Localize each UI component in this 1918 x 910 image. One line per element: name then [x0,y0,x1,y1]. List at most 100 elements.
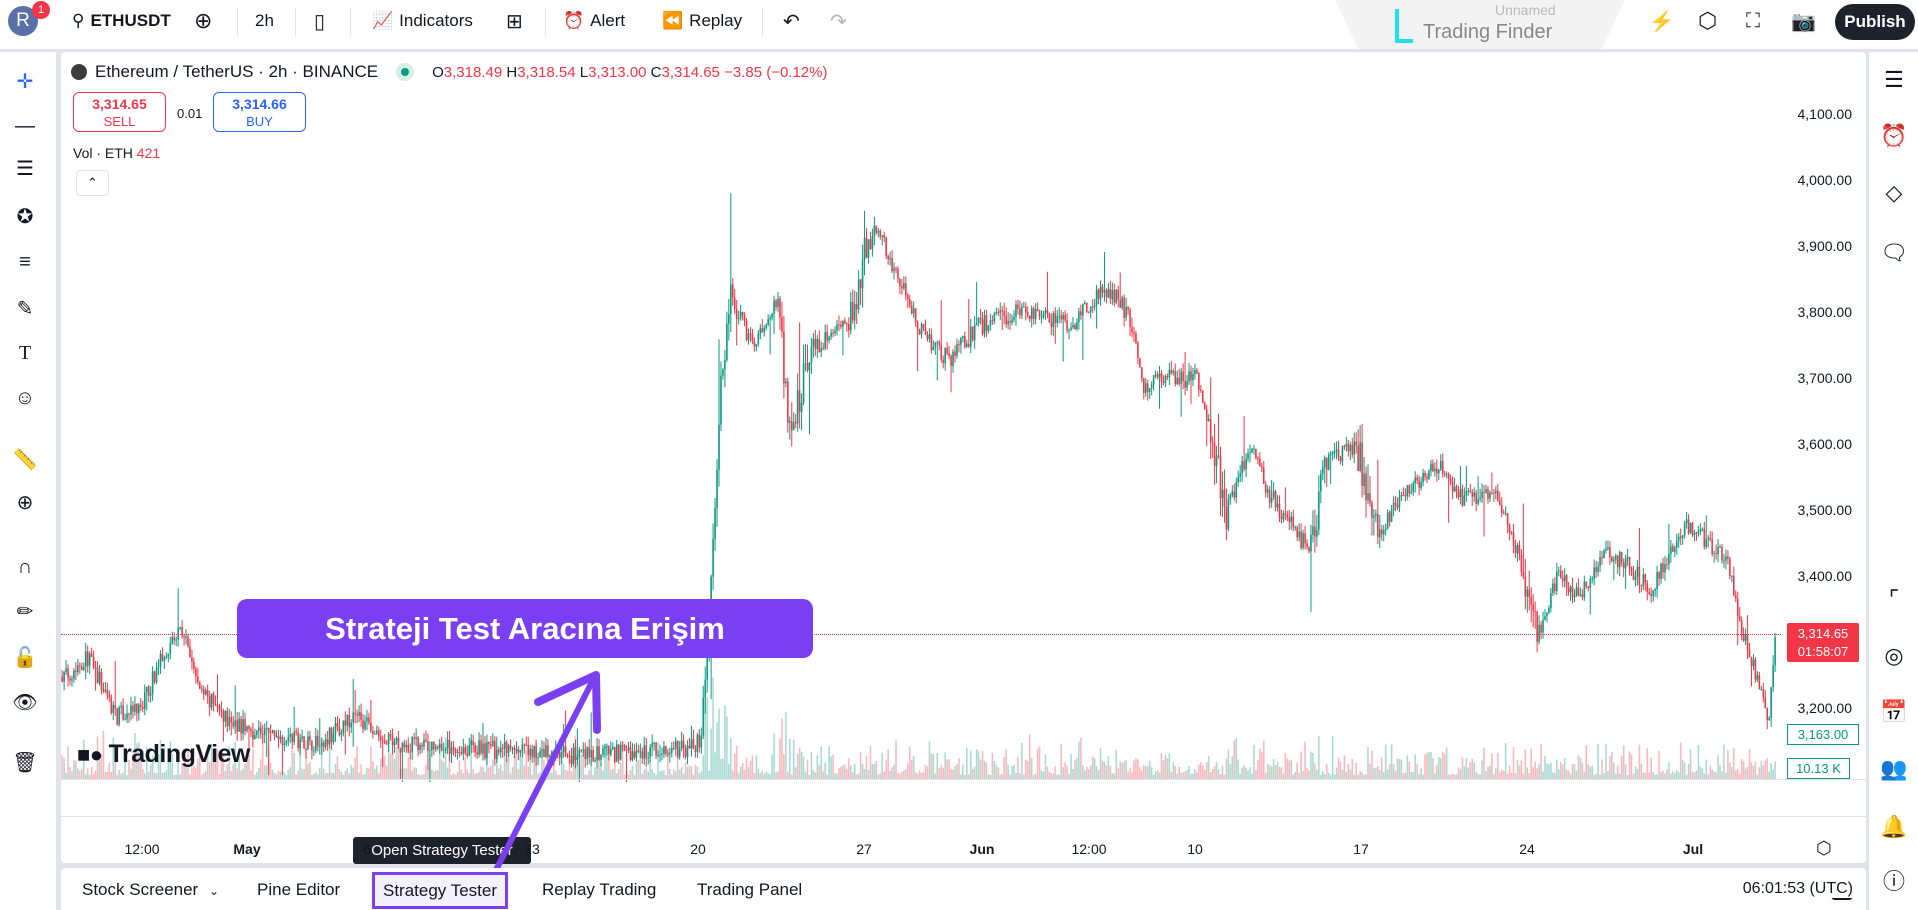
volume-bar [739,766,742,779]
candle [610,741,612,757]
notifications-bell-icon[interactable]: 🔔 [1879,812,1909,842]
candle [525,736,528,747]
undo-icon[interactable]: ↶ [783,0,800,42]
candle [1054,307,1057,344]
chat-icon[interactable]: 🗨 [1879,238,1909,268]
candle [523,743,526,754]
volume-bar [818,764,821,779]
trash-icon[interactable]: 🗑 [12,750,38,776]
volume-bar [547,771,549,779]
tab-replay-trading[interactable]: Replay Trading [542,880,656,900]
candle [1245,453,1247,478]
quick-search-icon[interactable]: ⚡ [1649,0,1674,42]
candle [169,636,172,660]
layers-icon[interactable]: ◇ [1879,178,1909,208]
alerts-clock-icon[interactable]: ⏰ [1879,121,1909,151]
prediction-icon[interactable]: ≡ [12,249,38,275]
volume-bar [291,750,294,779]
tab-trading-panel[interactable]: Trading Panel [697,880,802,900]
volume-bar [1026,761,1029,779]
candle [731,277,734,306]
candle [356,709,358,724]
volume-bar [576,754,579,779]
symbol-search-button[interactable]: ⚲ ETHUSDT [72,0,171,42]
emoji-icon[interactable]: ☺ [12,385,38,411]
tab-pine-editor[interactable]: Pine Editor [257,880,340,900]
volume-bar [643,769,646,779]
candle [1036,302,1039,312]
trading-icon[interactable]: ⌜ [1879,584,1909,614]
target-icon[interactable]: ◎ [1879,641,1909,671]
redo-icon[interactable]: ↷ [830,0,847,42]
interval-button[interactable]: 2h [255,0,274,42]
candlestick-icon[interactable]: ▯ [314,0,325,42]
ruler-icon[interactable]: 📏 [12,447,38,473]
volume-bar [848,758,850,779]
candle [808,361,811,435]
compare-plus-icon[interactable]: ⊕ [194,0,212,42]
replay-button[interactable]: ⏪ Replay [662,0,742,42]
drawing-mode-icon[interactable]: ✏ [12,599,38,625]
help-icon[interactable]: ⓘ [1879,867,1909,897]
volume-bar [1343,755,1346,779]
candle [806,344,809,373]
tab-stock-screener[interactable]: Stock Screener ⌄ [82,880,219,900]
price-axis[interactable]: 4,100.00 4,000.00 3,900.00 3,800.00 3,700.00… [1780,52,1866,779]
candlestick-plot[interactable] [61,52,1781,782]
candle [816,335,819,358]
volume-bar [789,738,791,779]
price-axis-label: 3,700.00 [1797,370,1853,387]
chart-pane[interactable]: Ethereum / TetherUS · 2h · BINANCE O3,31… [61,52,1866,898]
volume-bar [779,738,781,779]
volume-bar [1066,766,1068,779]
magnet-icon[interactable]: ∩ [12,554,38,580]
candle [798,322,801,429]
fullscreen-icon[interactable]: ⛶ [1746,0,1760,42]
trend-line-icon[interactable]: ― [12,113,38,139]
volume-bar [1064,762,1066,779]
volume-bar [971,768,974,779]
brush-icon[interactable]: ✎ [12,296,38,322]
volume-bar [1227,749,1230,779]
indicators-button[interactable]: 📈 Indicators [372,0,473,42]
candle [1249,444,1251,463]
volume-bar [301,768,303,779]
volume-bar [1262,740,1265,779]
zoom-in-icon[interactable]: ⊕ [12,490,38,516]
candle [490,735,492,749]
candle [554,740,557,761]
volume-bar [1141,770,1143,779]
patterns-icon[interactable]: ✪ [12,204,38,230]
candle [1538,615,1540,645]
text-tool-icon[interactable]: T [12,340,38,366]
visibility-eye-icon[interactable]: 👁 [12,690,38,716]
settings-hexagon-icon[interactable]: ⬡ [1698,0,1717,42]
community-icon[interactable]: 👥 [1879,754,1909,784]
camera-icon[interactable]: 📷 [1791,0,1816,42]
calendar-icon[interactable]: 📅 [1879,697,1909,727]
tab-strategy-tester[interactable]: Strategy Tester [372,872,508,909]
candle [907,292,909,309]
utc-clock[interactable]: 06:01:53 (UTC) [1721,880,1853,898]
candle [1192,367,1194,387]
publish-button[interactable]: Publish [1835,4,1915,40]
layout-name-button[interactable]: Unnamed [1495,2,1556,18]
crosshair-icon[interactable]: ✛ [12,69,38,95]
volume-bar [1723,744,1725,779]
lock-icon[interactable]: 🔓 [12,645,38,671]
candle [1050,313,1053,335]
candle [922,323,925,332]
candle [635,742,638,762]
volume-bar [639,746,642,779]
candle [960,336,962,354]
volume-bar [680,767,683,779]
alert-button[interactable]: ⏰ Alert [563,0,625,42]
axis-settings-icon[interactable]: ⬡ [1816,838,1832,859]
candle [692,729,695,750]
candle [322,740,325,752]
watchlist-icon[interactable]: ☰ [1879,65,1909,95]
fib-retracement-icon[interactable]: ☰ [12,156,38,182]
templates-grid-icon[interactable]: ⊞ [506,0,523,42]
volume-bar [1705,759,1708,779]
volume-bar [930,753,933,779]
